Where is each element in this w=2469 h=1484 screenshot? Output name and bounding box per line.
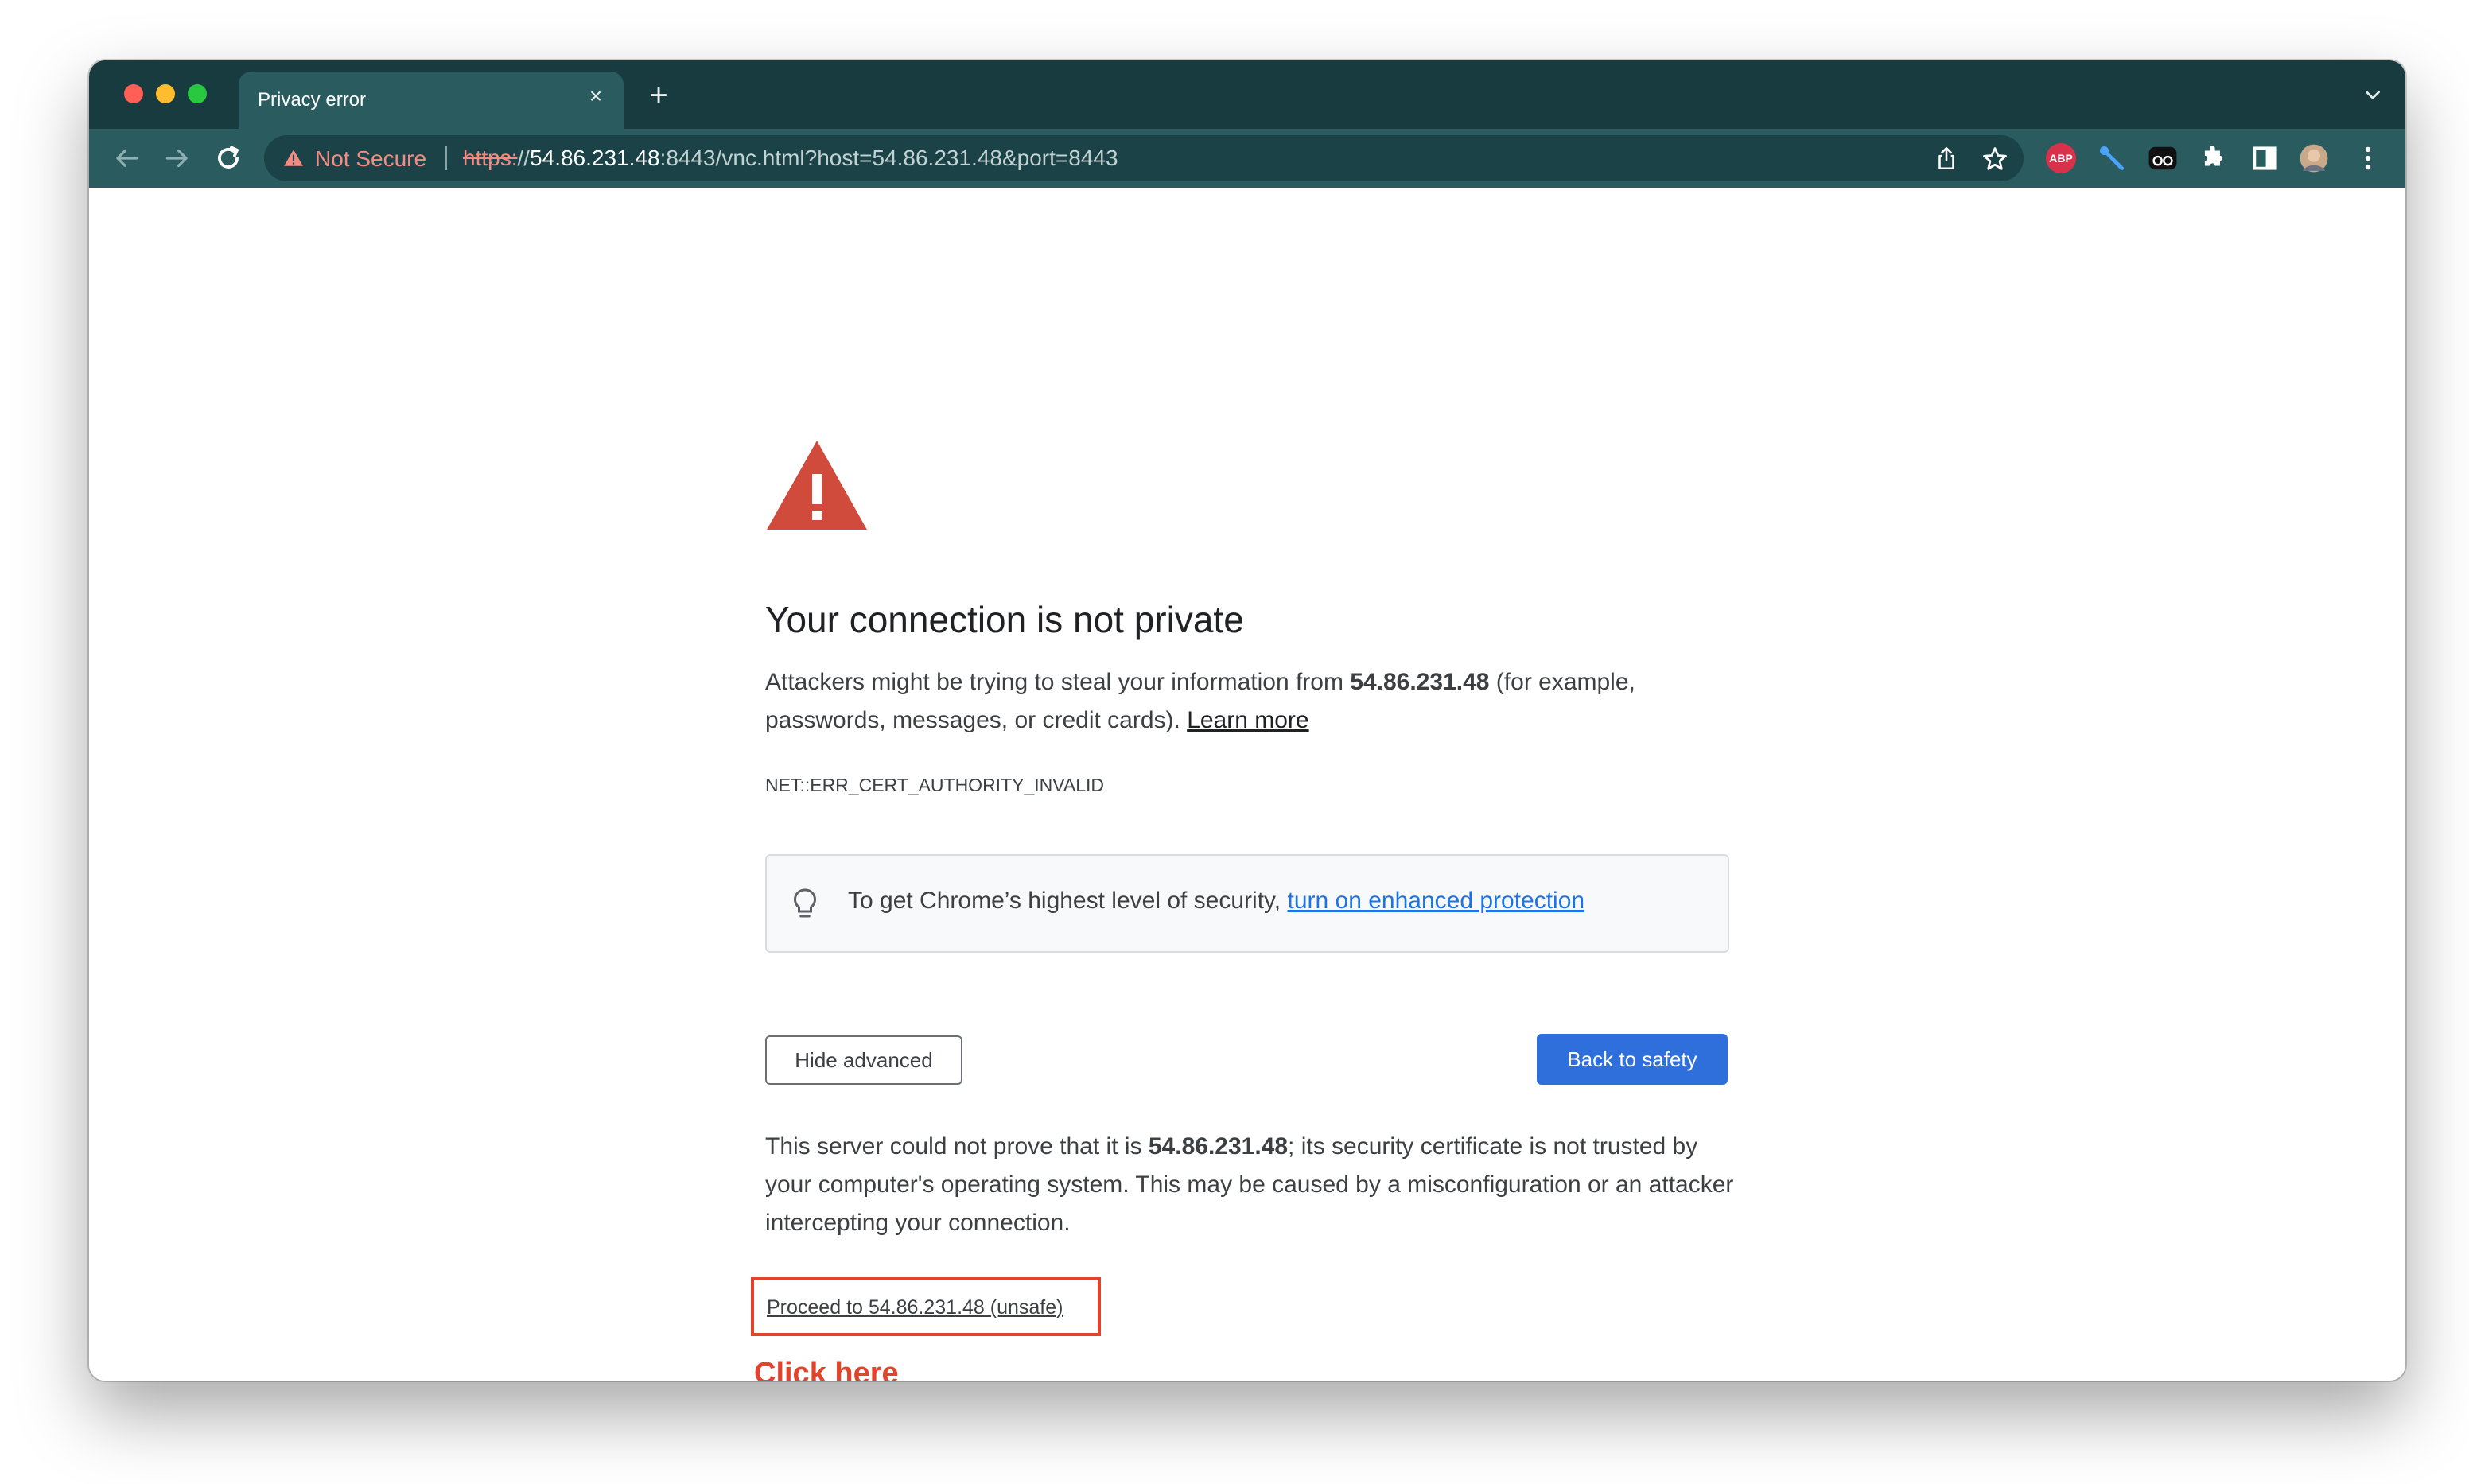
url-text[interactable]: https://54.86.231.48:8443/vnc.html?host=…	[463, 146, 1118, 171]
lightbulb-icon	[793, 888, 817, 918]
window-close-button[interactable]	[124, 84, 143, 103]
omnibox-divider	[445, 146, 447, 170]
tab-title: Privacy error	[258, 89, 367, 111]
kebab-menu-icon[interactable]	[2353, 143, 2383, 173]
warning-icon[interactable]	[283, 148, 304, 169]
back-to-safety-button[interactable]: Back to safety	[1537, 1034, 1728, 1085]
error-page: Your connection is not private Attackers…	[89, 188, 2405, 1381]
tab-privacy-error[interactable]: Privacy error ×	[239, 72, 624, 129]
browser-window: Privacy error × + Not Secure https://54.…	[89, 60, 2405, 1381]
reload-icon[interactable]	[213, 143, 243, 173]
puzzle-icon[interactable]	[2199, 143, 2229, 173]
warning-triangle-icon	[767, 441, 867, 530]
arrow-right-icon[interactable]	[162, 143, 192, 173]
chevron-down-icon[interactable]	[2362, 84, 2383, 105]
browser-toolbar: Not Secure https://54.86.231.48:8443/vnc…	[89, 129, 2405, 188]
url-host: 54.86.231.48	[530, 146, 660, 170]
arrow-left-icon[interactable]	[111, 143, 142, 173]
proceed-unsafe-link[interactable]: Proceed to 54.86.231.48 (unsafe)	[767, 1296, 1063, 1319]
error-code[interactable]: NET::ERR_CERT_AUTHORITY_INVALID	[765, 775, 1104, 796]
details-text: This server could not prove that it is 5…	[765, 1133, 1734, 1236]
tab-strip: Privacy error × +	[89, 60, 2405, 129]
new-tab-button[interactable]: +	[643, 80, 675, 111]
details-host: 54.86.231.48	[1148, 1133, 1289, 1160]
enhanced-protection-box: To get Chrome’s highest level of securit…	[765, 854, 1729, 953]
url-slashes: //	[517, 146, 531, 170]
wrench-icon[interactable]	[2097, 143, 2127, 173]
enhanced-protection-link[interactable]: turn on enhanced protection	[1287, 888, 1584, 914]
proceed-highlight-box: Proceed to 54.86.231.48 (unsafe)	[751, 1277, 1101, 1336]
window-zoom-button[interactable]	[188, 84, 207, 103]
sidebar-icon[interactable]	[2249, 143, 2280, 173]
star-icon[interactable]	[1981, 145, 2009, 173]
learn-more-link[interactable]: Learn more	[1187, 707, 1308, 733]
enhanced-protection-text: To get Chrome’s highest level of securit…	[848, 888, 1585, 914]
click-here-annotation: Click here	[754, 1357, 899, 1381]
url-path: :8443/vnc.html?host=54.86.231.48&port=84…	[659, 146, 1118, 170]
window-minimize-button[interactable]	[156, 84, 175, 103]
page-title: Your connection is not private	[765, 599, 1244, 640]
not-secure-label[interactable]: Not Secure	[315, 146, 426, 172]
address-bar[interactable]: Not Secure https://54.86.231.48:8443/vnc…	[264, 135, 2024, 181]
avatar[interactable]	[2299, 143, 2329, 173]
share-icon[interactable]	[1933, 145, 1960, 172]
url-scheme: https:	[463, 146, 518, 170]
adblock-extension-icon[interactable]: ABP	[2046, 143, 2076, 173]
intro-text: Attackers might be trying to steal your …	[765, 669, 1635, 733]
hide-advanced-button[interactable]: Hide advanced	[765, 1035, 962, 1085]
glasses-icon[interactable]	[2148, 143, 2178, 173]
intro-host: 54.86.231.48	[1350, 669, 1490, 695]
tab-close-icon[interactable]: ×	[584, 84, 608, 108]
